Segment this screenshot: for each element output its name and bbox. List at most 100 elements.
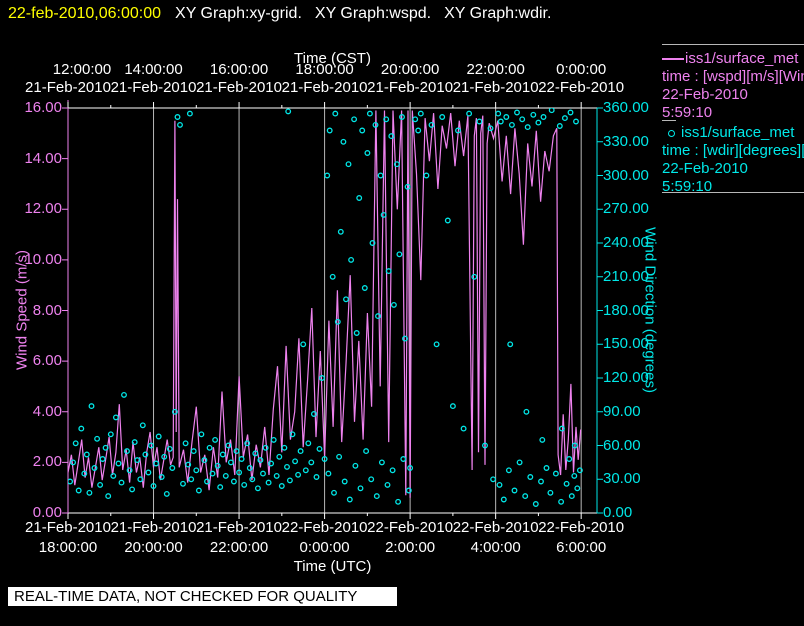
- wdir-point: [490, 476, 497, 483]
- wdir-point: [573, 118, 579, 125]
- wdir-point: [281, 444, 288, 451]
- wdir-point: [302, 467, 309, 474]
- top-axis-date-label: 21-Feb-2010: [25, 79, 111, 96]
- wdir-point: [439, 114, 446, 120]
- wdir-point: [336, 453, 343, 460]
- wdir-point: [337, 228, 344, 235]
- wdir-point: [241, 481, 248, 488]
- wdir-point: [444, 217, 451, 224]
- wdir-point: [466, 110, 473, 117]
- wdir-point: [94, 435, 101, 442]
- wdir-point: [105, 493, 112, 500]
- wdir-point: [558, 498, 565, 505]
- wdir-point: [390, 301, 397, 308]
- wdir-point: [423, 172, 430, 179]
- wdir-point: [332, 110, 339, 117]
- bottom-axis-time-label: 4:00:00: [470, 539, 521, 556]
- right-axis-tick-label: 60.00: [603, 436, 641, 454]
- left-axis-tick-label: 14.00: [24, 149, 62, 167]
- wdir-point: [324, 172, 331, 179]
- wdir-point: [348, 256, 355, 263]
- wdir-point: [497, 118, 504, 125]
- top-axis-date-label: 21-Feb-2010: [196, 79, 282, 96]
- wdir-point: [155, 433, 162, 440]
- wdir-point: [540, 114, 547, 120]
- wdir-point: [543, 465, 550, 471]
- wdir-point: [260, 470, 266, 477]
- wdir-point: [331, 489, 337, 496]
- wdir-point: [547, 489, 554, 496]
- wdir-point: [326, 127, 333, 134]
- right-axis-tick-label: 120.00: [603, 369, 649, 386]
- wdir-point: [417, 110, 424, 117]
- wdir-point: [163, 490, 170, 497]
- wdir-point: [188, 476, 195, 483]
- wdir-point: [368, 476, 375, 483]
- left-axis-tick-label: 0.00: [32, 504, 62, 521]
- wdir-point: [364, 150, 371, 156]
- wdir-point: [129, 486, 136, 493]
- wdir-point: [359, 127, 366, 134]
- wdir-point: [530, 111, 537, 118]
- wdir-point: [389, 467, 396, 474]
- wdir-point: [566, 456, 573, 462]
- wdir-point: [206, 444, 213, 451]
- wdir-point: [523, 408, 530, 415]
- wdir-point: [99, 456, 106, 462]
- wdir-point: [118, 479, 125, 486]
- wdir-point: [503, 114, 510, 120]
- wdir-point: [511, 487, 518, 494]
- bottom-axis-title: Time (UTC): [293, 558, 372, 575]
- wdir-point: [72, 440, 79, 447]
- wdir-point: [305, 440, 312, 447]
- wdir-point: [75, 487, 82, 494]
- top-axis-date-label: 21-Feb-2010: [281, 79, 368, 96]
- legend-divider: [662, 120, 676, 121]
- wdir-point: [121, 391, 127, 398]
- wdir-point: [351, 116, 358, 123]
- right-axis-tick-label: 30.00: [603, 470, 641, 488]
- wdir-point: [535, 119, 542, 126]
- bottom-axis-date-label: 22-Feb-2010: [367, 519, 454, 536]
- wdir-point: [238, 456, 245, 462]
- wdir-point: [180, 480, 186, 487]
- wdir-point: [292, 458, 299, 465]
- wdir-point: [476, 118, 483, 125]
- wdir-point: [548, 108, 555, 114]
- wdir-point: [471, 273, 478, 280]
- wdir-point: [308, 459, 315, 466]
- wdir-point: [433, 341, 440, 348]
- legend-series-date: 22-Feb-2010: [662, 160, 748, 177]
- wdir-point: [500, 496, 507, 503]
- top-axis-time-label: 16:00:00: [209, 61, 269, 78]
- right-axis-tick-label: 180.00: [603, 301, 649, 319]
- wdir-point: [246, 465, 253, 471]
- wdir-point: [415, 127, 422, 134]
- wdir-point: [145, 469, 152, 476]
- wdir-point: [495, 110, 502, 117]
- wdir-point: [139, 422, 146, 429]
- wdir-point: [373, 493, 380, 500]
- wdir-point: [313, 474, 320, 480]
- wdir-point: [212, 436, 219, 443]
- legend-series-desc: time : [wspd][m/s][Wind: [662, 68, 804, 85]
- wdir-point: [286, 477, 293, 484]
- wdir-point: [219, 451, 226, 458]
- wdir-point: [361, 285, 368, 291]
- legend-entry-wspd: iss1/surface_met time : [wspd][m/s][Wind…: [662, 50, 804, 122]
- wdir-point: [88, 403, 95, 410]
- wdir-point: [353, 330, 360, 336]
- wdir-point: [571, 472, 578, 479]
- wdir-point: [519, 116, 526, 123]
- bottom-axis-time-label: 18:00:00: [38, 539, 98, 556]
- right-axis-tick-label: 90.00: [603, 402, 641, 420]
- wdir-point: [110, 472, 117, 479]
- wdir-point: [343, 296, 349, 303]
- wdir-point: [396, 251, 403, 258]
- wdir-point: [507, 341, 514, 348]
- top-axis-date-label: 21-Feb-2010: [367, 79, 454, 96]
- wdir-point: [356, 195, 363, 201]
- bottom-axis-date-label: 22-Feb-2010: [281, 519, 368, 536]
- wdir-point: [230, 478, 237, 485]
- legend-bottom-rule: [662, 192, 804, 193]
